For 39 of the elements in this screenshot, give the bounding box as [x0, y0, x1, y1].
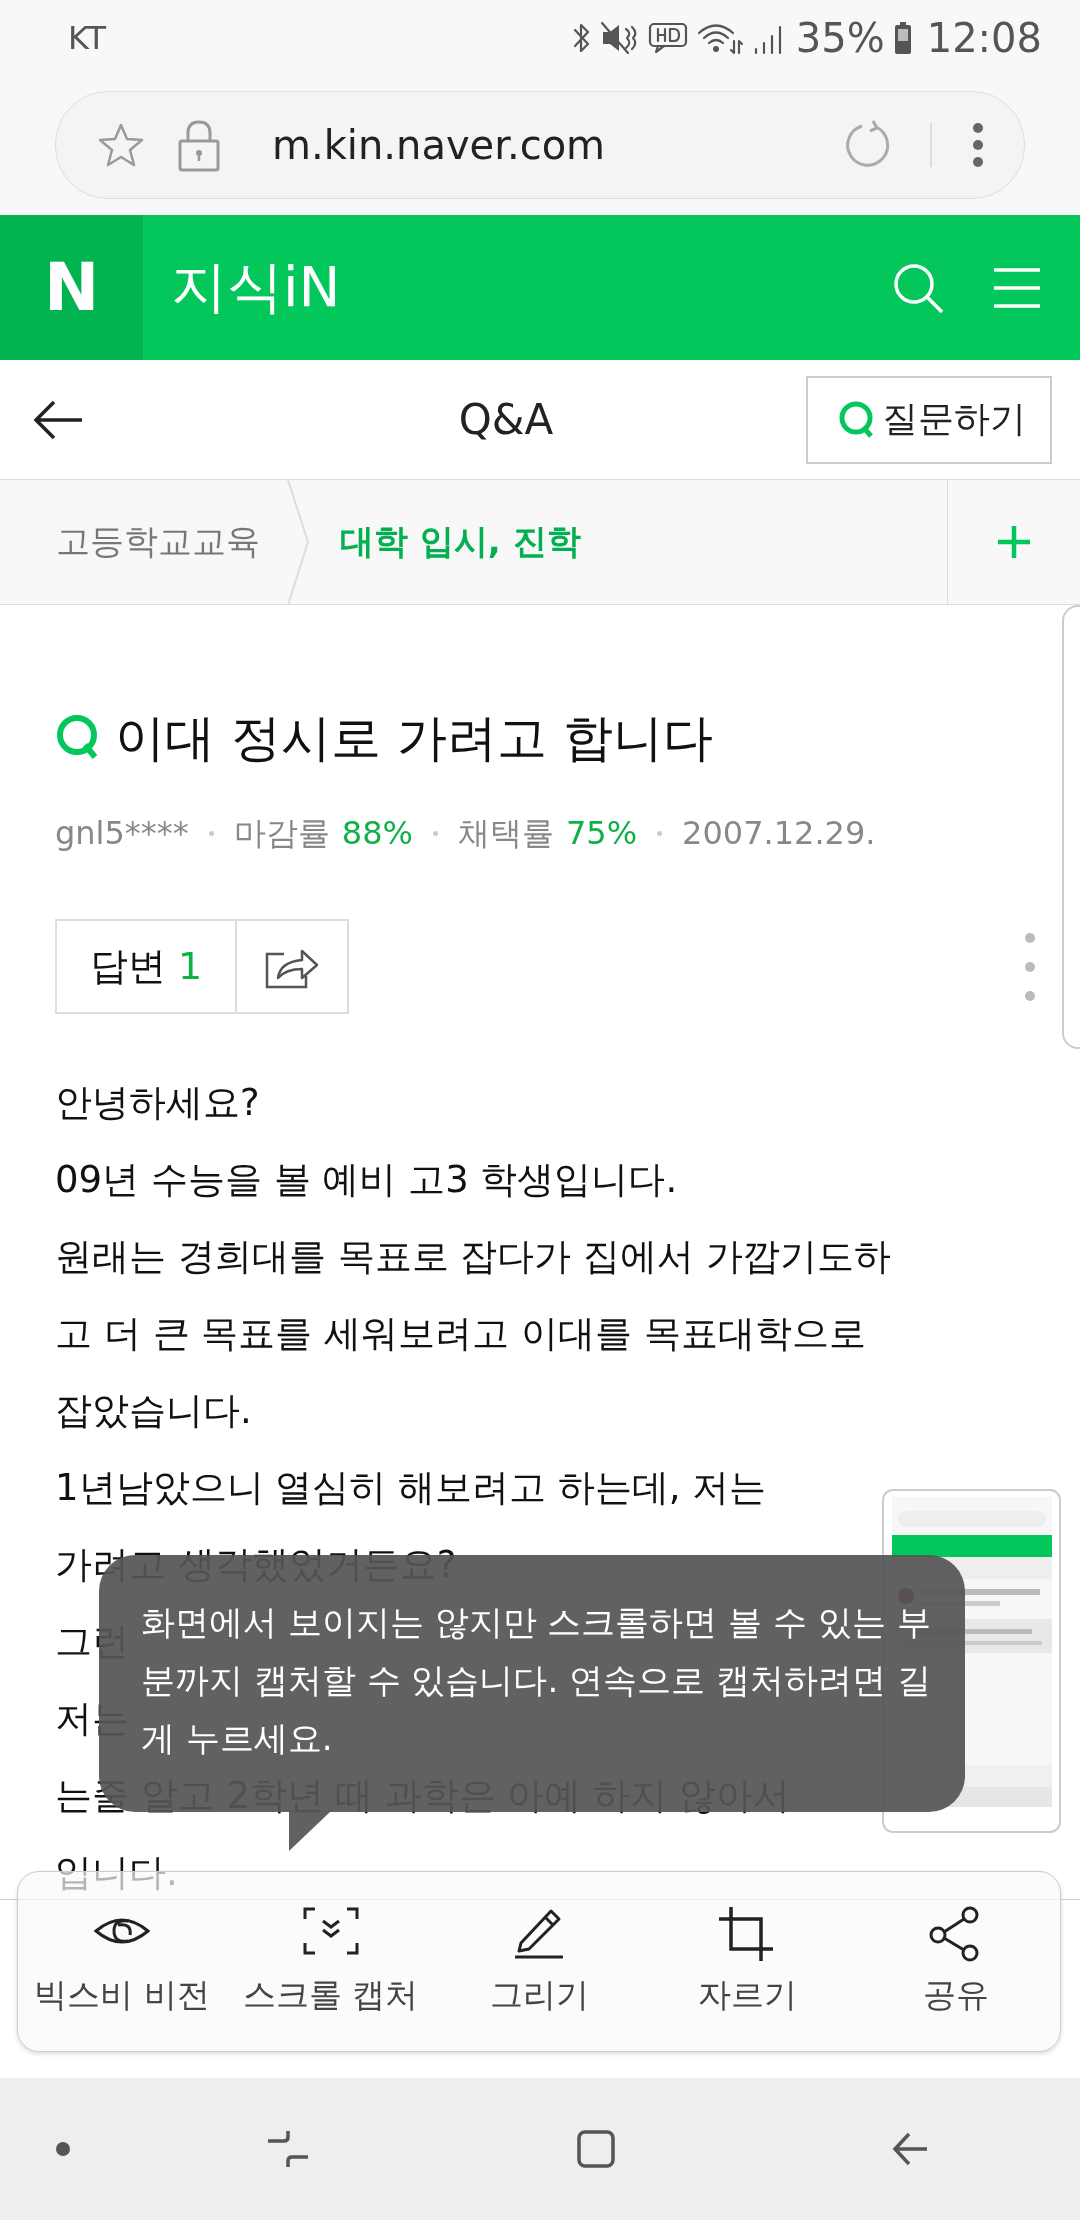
more-icon[interactable] — [972, 121, 984, 169]
battery-icon — [892, 19, 913, 56]
separator-dot — [657, 830, 663, 836]
hd-icon — [647, 20, 688, 55]
share-button[interactable] — [237, 919, 349, 1014]
capture-option[interactable]: 빅스비 비전 — [18, 1905, 227, 2018]
rate-label: 마감률 — [233, 813, 330, 853]
body-text: 09년 수능을 볼 예비 고3 학생입니다. — [55, 1156, 678, 1203]
body-text: 잡았습니다. — [55, 1387, 252, 1434]
capture-option[interactable]: 자르기 — [643, 1905, 852, 2018]
page-title: Q&A — [457, 395, 555, 444]
rate-label: 채택률 — [457, 813, 554, 853]
dot-icon[interactable] — [55, 2141, 71, 2157]
breadcrumb-item[interactable]: 고등학교교육 — [0, 519, 286, 565]
separator-dot — [208, 830, 214, 836]
rate-value: 75% — [565, 813, 638, 853]
carrier-name: KT — [68, 18, 107, 57]
separator-dot — [432, 830, 438, 836]
capture-option[interactable]: 스크롤 캡처 — [226, 1905, 435, 2018]
q-icon — [838, 399, 876, 440]
body-text: 1년남았으니 열심히 해보려고 하는데, 저는 — [55, 1464, 767, 1511]
body-text: 입니다. — [55, 1849, 178, 1896]
author-name: gnl5**** — [55, 813, 189, 853]
home-icon[interactable] — [576, 2129, 616, 2169]
ask-question-button[interactable]: 질문하기 — [806, 375, 1052, 464]
body-text: 원래는 경희대를 목표로 잡다가 집에서 가깝기도하 — [55, 1233, 891, 1280]
clock: 12:08 — [926, 14, 1042, 61]
body-text: 고 더 큰 목표를 세워보려고 이대를 목표대학으로 — [55, 1310, 866, 1357]
body-text: 안녕하세요? — [55, 1079, 260, 1126]
url-text: m.kin.naver.com — [272, 122, 607, 168]
capture-option[interactable]: 공유 — [851, 1905, 1061, 2018]
answers-button[interactable]: 답변 1 — [55, 919, 237, 1014]
capture-option[interactable]: 그리기 — [434, 1905, 644, 2018]
address-bar[interactable]: m.kin.naver.com — [55, 91, 1025, 199]
rate-value: 88% — [341, 813, 413, 853]
battery-percent: 35% — [795, 14, 885, 61]
question-title: 이대 정시로 가려고 합니다 — [115, 708, 713, 769]
post-date: 2007.12.29. — [682, 813, 876, 853]
plus-icon — [996, 524, 1032, 560]
